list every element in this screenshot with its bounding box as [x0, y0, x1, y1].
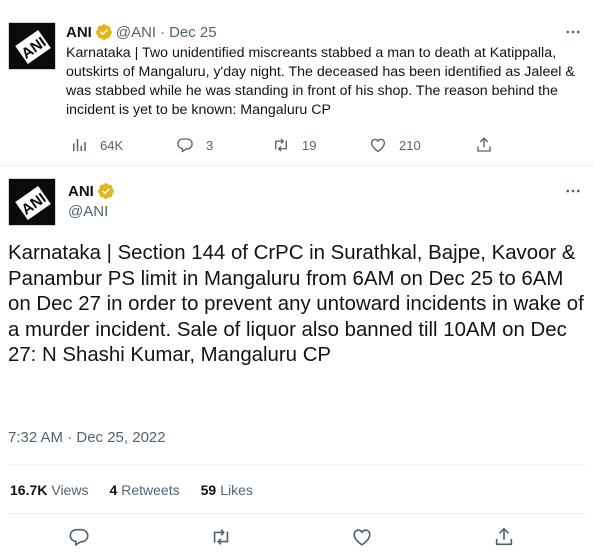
reply-icon: [69, 528, 89, 547]
tweet-2[interactable]: ANI ANI @ANI Karnataka | Section 144 of …: [0, 166, 594, 552]
divider: [8, 513, 586, 514]
retweet-button[interactable]: [210, 526, 232, 548]
retweets-stat-label: Retweets: [121, 482, 180, 498]
reply-count: 3: [206, 137, 214, 153]
retweet-button[interactable]: 19: [272, 136, 316, 154]
tweet-2-header: ANI: [68, 182, 118, 200]
divider: [8, 464, 586, 465]
views-stat-count: 16.7K: [10, 482, 48, 498]
separator-dot: ·: [160, 23, 166, 41]
tweet-actions: [0, 526, 594, 550]
author-handle[interactable]: @ANI: [68, 203, 108, 220]
retweets-stat[interactable]: 4 Retweets: [109, 482, 179, 498]
author-handle[interactable]: @ANI: [116, 24, 156, 41]
like-button[interactable]: [351, 526, 373, 548]
reply-button[interactable]: 3: [176, 136, 213, 154]
tweet-date[interactable]: Dec 25: [169, 24, 217, 41]
views-stat-label: Views: [51, 482, 89, 498]
likes-stat-label: Likes: [220, 482, 253, 498]
reply-button[interactable]: [68, 526, 90, 548]
author-name[interactable]: ANI: [68, 183, 94, 200]
tweet-text: Karnataka | Two unidentified miscreants …: [66, 45, 575, 118]
share-button[interactable]: [475, 136, 493, 154]
views-count: 64K: [100, 137, 124, 153]
retweet-count: 19: [302, 137, 317, 153]
tweet-timestamp[interactable]: 7:32 AM · Dec 25, 2022: [8, 429, 166, 446]
share-button[interactable]: [493, 526, 515, 548]
tweet-1[interactable]: ANI ANI @ANI · Dec 25 Karnataka | Two un…: [0, 0, 594, 166]
avatar[interactable]: ANI: [8, 22, 56, 70]
tweet-1-header: ANI @ANI · Dec 25: [66, 23, 217, 41]
verified-badge-icon: [97, 182, 115, 200]
author-name[interactable]: ANI: [66, 24, 92, 41]
like-count: 210: [399, 137, 421, 153]
verified-badge-icon: [95, 23, 113, 41]
views-icon: [73, 139, 86, 151]
retweet-icon: [275, 138, 287, 152]
tweet-stats: 16.7K Views 4 Retweets 59 Likes: [10, 482, 274, 498]
more-icon[interactable]: [562, 180, 584, 202]
share-icon: [495, 527, 513, 546]
avatar[interactable]: ANI: [8, 178, 56, 226]
views-stat: 16.7K Views: [10, 482, 88, 498]
likes-stat[interactable]: 59 Likes: [201, 482, 253, 498]
likes-stat-count: 59: [200, 482, 217, 498]
like-button[interactable]: 210: [369, 136, 421, 154]
views-button[interactable]: 64K: [70, 136, 123, 154]
like-icon: [353, 529, 371, 546]
retweets-stat-count: 4: [109, 482, 118, 498]
reply-icon: [177, 138, 193, 153]
tweet-actions: 64K 3 19 210: [66, 136, 506, 154]
like-icon: [370, 138, 386, 153]
retweet-icon: [213, 529, 229, 545]
tweet-text: Karnataka | Section 144 of CrPC in Surat…: [8, 242, 584, 366]
more-icon[interactable]: [562, 21, 584, 43]
share-icon: [477, 137, 491, 152]
